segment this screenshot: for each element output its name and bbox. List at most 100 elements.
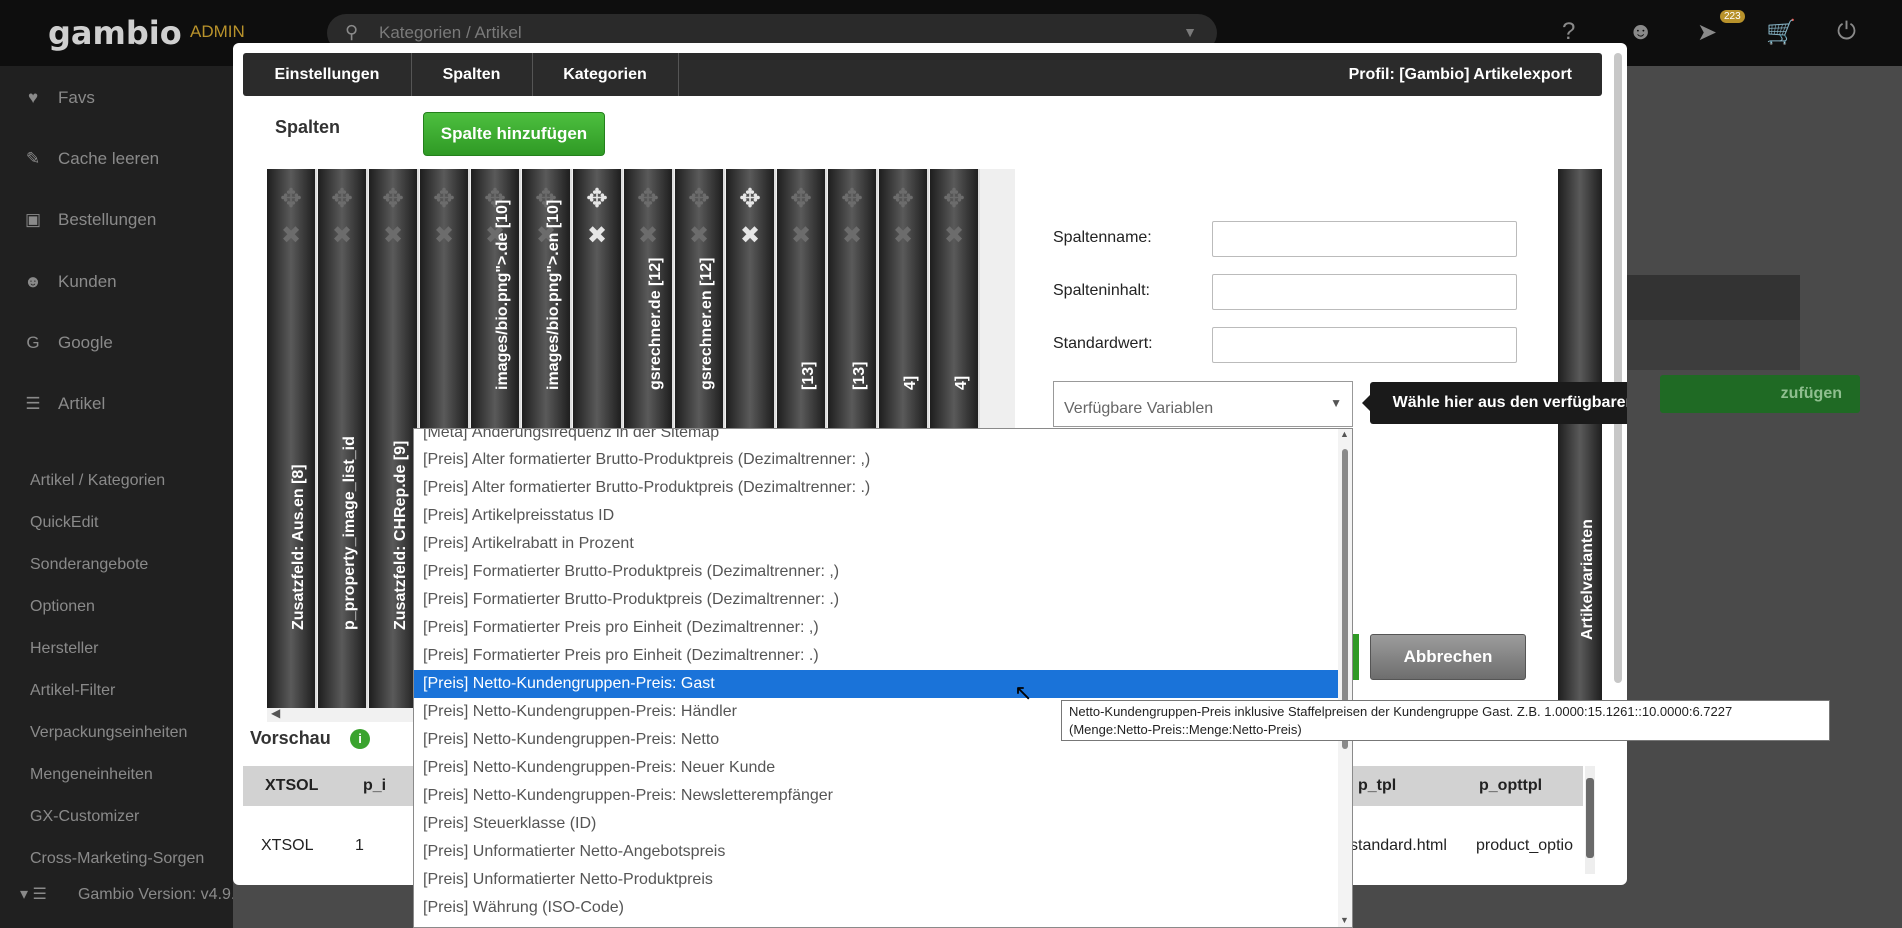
background-toolbar [1625, 320, 1800, 370]
megaphone-icon[interactable]: ➤ [1697, 18, 1717, 47]
table-cell: 1 [355, 837, 364, 854]
remove-icon[interactable]: ✖ [624, 221, 672, 250]
remove-icon[interactable]: ✖ [828, 221, 876, 250]
help-icon[interactable]: ? [1562, 18, 1575, 46]
remove-icon[interactable]: ✖ [879, 221, 927, 250]
move-icon[interactable]: ✥ [777, 183, 825, 214]
remove-icon[interactable]: ✖ [726, 221, 774, 250]
column-label: p_property_image_list_id [341, 436, 358, 630]
table-header-cell: p_tpl [1358, 777, 1397, 794]
scroll-down-icon[interactable]: ▼ [1340, 915, 1349, 925]
select-value: Verfügbare Variablen [1064, 400, 1214, 417]
sidebar-sub-item[interactable]: QuickEdit [30, 514, 98, 532]
move-icon[interactable]: ✥ [318, 183, 366, 214]
remove-icon[interactable]: ✖ [777, 221, 825, 250]
scroll-up-icon[interactable]: ▲ [1340, 429, 1349, 439]
dropdown-option[interactable]: [Preis] Steuerklasse (ID) [414, 810, 1339, 838]
search-placeholder: Kategorien / Artikel [379, 23, 522, 42]
remove-icon[interactable]: ✖ [675, 221, 723, 250]
sidebar-item-label: Cache leeren [58, 149, 160, 168]
move-icon[interactable]: ✥ [726, 183, 774, 214]
column-item[interactable]: ✥ ✖ Zusatzfeld: CHRep.de [9] [369, 169, 419, 709]
preview-scrollbar[interactable] [1585, 766, 1595, 874]
dropdown-option[interactable]: [Preis] Währung (ISO-Code) [414, 894, 1339, 922]
column-item[interactable]: ✥ ✖ Zusatzfeld: Aus.en [8] [267, 169, 317, 709]
option-tooltip: Netto-Kundengruppen-Preis inklusive Staf… [1061, 700, 1830, 741]
tab-kategorien[interactable]: Kategorien [532, 53, 679, 96]
move-icon[interactable]: ✥ [369, 183, 417, 214]
remove-icon[interactable]: ✖ [369, 221, 417, 250]
remove-icon[interactable]: ✖ [573, 221, 621, 250]
sidebar-item-google[interactable]: G Google [22, 333, 112, 353]
move-icon[interactable]: ✥ [930, 183, 978, 214]
modal-scrollbar[interactable] [1614, 53, 1622, 683]
scroll-left-icon[interactable]: ◀ [271, 706, 280, 720]
add-column-button[interactable]: Spalte hinzufügen [423, 112, 605, 156]
dropdown-option[interactable]: [Preis] Formatierter Preis pro Einheit (… [414, 614, 1339, 642]
dropdown-option[interactable]: [Preis] Netto-Kundengruppen-Preis: Newsl… [414, 782, 1339, 810]
sidebar-item-favs[interactable]: ♥ Favs [22, 88, 95, 108]
cart-icon[interactable]: 🛒 [1766, 18, 1796, 47]
name-field[interactable] [1212, 221, 1517, 257]
move-icon[interactable]: ✥ [573, 183, 621, 214]
move-icon[interactable]: ✥ [879, 183, 927, 214]
sidebar-item-articles[interactable]: ☰ Artikel [22, 394, 105, 414]
sidebar-sub-item[interactable]: Optionen [30, 598, 95, 616]
dropdown-option[interactable]: [Preis] Unformatierter Netto-Produktprei… [414, 866, 1339, 894]
dropdown-option[interactable]: [Preis] Formatierter Brutto-Produktpreis… [414, 558, 1339, 586]
cancel-button[interactable]: Abbrechen [1370, 634, 1526, 680]
sidebar-sub-item[interactable]: Artikel-Filter [30, 682, 115, 700]
move-icon[interactable]: ✥ [624, 183, 672, 214]
column-label: [13] [800, 361, 817, 390]
users-icon[interactable]: ☻ [1628, 18, 1653, 46]
dropdown-scrollbar[interactable]: ▲ ▼ [1338, 429, 1352, 927]
sidebar-item-cache[interactable]: ✎ Cache leeren [22, 149, 159, 169]
remove-icon[interactable]: ✖ [318, 221, 366, 250]
remove-icon[interactable]: ✖ [930, 221, 978, 250]
tab-spalten[interactable]: Spalten [411, 53, 533, 96]
info-icon[interactable]: i [350, 729, 370, 749]
column-label: Zusatzfeld: Aus.en [8] [290, 464, 307, 630]
dropdown-option[interactable]: [Preis] Alter formatierter Brutto-Produk… [414, 446, 1339, 474]
dropdown-option[interactable]: [Preis] Artikelpreisstatus ID [414, 502, 1339, 530]
power-icon[interactable]: ⏻ [1837, 18, 1856, 46]
cart-icon: ▣ [24, 210, 42, 229]
sidebar-sub-item[interactable]: Verpackungseinheiten [30, 724, 187, 742]
sidebar-sub-item[interactable]: Sonderangebote [30, 556, 148, 574]
table-header-cell: p_opttpl [1479, 777, 1543, 794]
dropdown-option-selected[interactable]: [Preis] Netto-Kundengruppen-Preis: Gast [414, 670, 1339, 698]
sidebar-sub-item[interactable]: Mengeneinheiten [30, 766, 153, 784]
remove-icon[interactable]: ✖ [267, 221, 315, 250]
users-icon: ☻ [24, 272, 42, 291]
dropdown-option[interactable]: [Preis] Unformatierter Netto-Angebotspre… [414, 838, 1339, 866]
default-field[interactable] [1212, 327, 1517, 363]
sidebar-item-customers[interactable]: ☻ Kunden [22, 272, 117, 292]
variables-select[interactable]: Verfügbare Variablen ▼ [1053, 381, 1353, 427]
dropdown-option[interactable]: [Preis] Formatierter Preis pro Einheit (… [414, 642, 1339, 670]
dropdown-option[interactable]: [Preis] Formatierter Brutto-Produktpreis… [414, 586, 1339, 614]
sidebar-item-label: Kunden [58, 272, 117, 291]
move-icon[interactable]: ✥ [420, 183, 468, 214]
content-field[interactable] [1212, 274, 1517, 310]
section-title: Spalten [275, 117, 341, 137]
sidebar-sub-item[interactable]: GX-Customizer [30, 808, 139, 826]
tooltip-line: (Menge:Netto-Preis::Menge:Netto-Preis) [1069, 722, 1302, 737]
move-icon[interactable]: ✥ [675, 183, 723, 214]
table-cell: XTSOL [261, 837, 314, 854]
dropdown-option[interactable]: [Preis] Artikelrabatt in Prozent [414, 530, 1339, 558]
column-label: Zusatzfeld: CHRep.de [9] [392, 440, 409, 630]
dropdown-option[interactable]: [Meta] Änderungsfrequenz in der Sitemap [414, 429, 1339, 447]
sidebar-sub-item[interactable]: Hersteller [30, 640, 98, 658]
menu-icon[interactable]: ▾ ☰ [20, 886, 47, 903]
sidebar-sub-item[interactable]: Artikel / Kategorien [30, 472, 165, 490]
sidebar-item-orders[interactable]: ▣ Bestellungen [22, 210, 156, 230]
remove-icon[interactable]: ✖ [420, 221, 468, 250]
move-icon[interactable]: ✥ [267, 183, 315, 214]
dropdown-option[interactable]: [Preis] Netto-Kundengruppen-Preis: Neuer… [414, 754, 1339, 782]
tab-einstellungen[interactable]: Einstellungen [243, 53, 412, 96]
sidebar-sub-item[interactable]: Cross-Marketing-Sorgen [30, 850, 204, 868]
column-item[interactable]: Artikelvarianten [1558, 169, 1602, 709]
column-item[interactable]: ✥ ✖ p_property_image_list_id [318, 169, 368, 709]
dropdown-option[interactable]: [Preis] Alter formatierter Brutto-Produk… [414, 474, 1339, 502]
move-icon[interactable]: ✥ [828, 183, 876, 214]
